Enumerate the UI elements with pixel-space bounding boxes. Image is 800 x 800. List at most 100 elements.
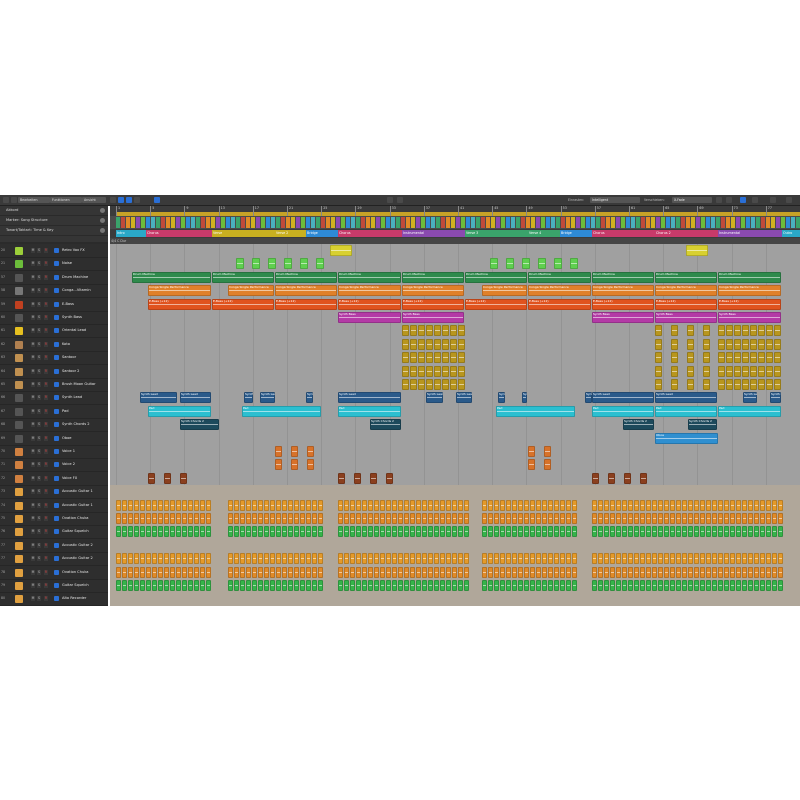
region[interactable] [634,553,639,565]
region[interactable] [194,499,199,511]
chord-cell[interactable] [381,217,385,228]
region[interactable] [228,553,233,565]
region[interactable] [682,513,687,524]
region[interactable] [464,566,469,578]
region[interactable] [282,513,287,524]
region[interactable] [246,566,251,578]
region[interactable] [404,499,409,511]
region[interactable] [622,566,627,578]
region[interactable] [554,580,559,591]
region[interactable] [658,499,663,511]
marker-region[interactable]: Verse 2 [275,230,306,237]
region[interactable] [316,258,324,270]
record-button[interactable]: R [44,328,48,334]
region[interactable] [234,553,239,565]
region[interactable] [634,526,639,538]
chord-cell[interactable] [176,217,180,228]
region[interactable] [664,553,669,565]
region[interactable] [560,553,565,565]
region[interactable] [164,499,169,511]
chord-cell[interactable] [456,217,460,228]
chord-cell[interactable] [281,217,285,228]
region[interactable] [494,566,499,578]
region[interactable] [338,553,343,565]
region[interactable] [712,566,717,578]
chord-cell[interactable] [771,217,775,228]
region[interactable] [718,580,723,591]
solo-button[interactable]: S [37,301,41,307]
region[interactable]: Synth Lead [522,392,527,404]
region[interactable] [312,580,317,591]
region[interactable] [758,365,765,377]
region[interactable] [530,553,535,565]
marker-region[interactable]: Outro [782,230,800,237]
record-button[interactable]: R [44,274,48,280]
region[interactable] [307,459,314,471]
mute-button[interactable]: M [31,248,35,253]
region[interactable] [694,499,699,511]
region[interactable] [188,566,193,578]
region[interactable] [176,553,181,565]
region[interactable] [524,499,529,511]
region[interactable]: E-Bass (+12) [465,298,527,310]
region[interactable] [410,499,415,511]
region[interactable] [676,580,681,591]
region[interactable] [410,526,415,538]
region[interactable] [682,566,687,578]
region[interactable] [374,553,379,565]
mute-button[interactable]: M [31,328,35,334]
region[interactable]: Pad [592,405,654,417]
region[interactable] [658,566,663,578]
region[interactable]: Conga Single Performance [528,285,591,297]
region[interactable] [724,553,729,565]
record-button[interactable]: R [44,462,48,468]
region[interactable]: Synth Lead [592,392,654,404]
mute-button[interactable]: M [31,462,35,468]
region[interactable] [687,338,694,350]
region[interactable] [442,338,449,350]
chord-cell[interactable] [391,217,395,228]
region[interactable] [512,566,517,578]
region[interactable] [670,526,675,538]
region[interactable] [116,513,121,524]
track-header[interactable]: 76 M S R Guitar Squelch [0,525,108,540]
track-header[interactable]: 77 M S R Acoustic Guitar 2 [0,539,108,553]
region[interactable] [670,553,675,565]
region[interactable] [146,566,151,578]
region[interactable] [560,526,565,538]
region[interactable] [598,580,603,591]
region[interactable] [338,499,343,511]
chord-cell[interactable] [781,217,785,228]
chord-cell[interactable] [251,217,255,228]
region[interactable] [676,526,681,538]
region[interactable] [604,513,609,524]
region[interactable] [544,459,551,471]
chord-cell[interactable] [736,217,740,228]
region[interactable] [270,513,275,524]
region[interactable] [688,526,693,538]
region[interactable] [288,526,293,538]
region[interactable] [288,513,293,524]
region[interactable] [640,472,647,484]
region[interactable] [276,553,281,565]
automation-icon[interactable] [54,408,59,414]
chord-cell[interactable] [581,217,585,228]
region[interactable] [616,526,621,538]
region[interactable] [458,352,465,364]
chord-cell[interactable] [626,217,630,228]
chord-cell[interactable] [481,217,485,228]
region[interactable] [778,526,783,538]
region[interactable] [410,553,415,565]
mute-button[interactable]: M [31,355,35,361]
chord-cell[interactable] [666,217,670,228]
chord-cell[interactable] [566,217,570,228]
region[interactable] [182,513,187,524]
region[interactable] [652,580,657,591]
automation-icon[interactable] [54,475,59,481]
region[interactable] [742,566,747,578]
region[interactable] [258,553,263,565]
region[interactable] [152,553,157,565]
region[interactable]: E-Bass (+12) [275,298,337,310]
region[interactable] [246,580,251,591]
region[interactable] [524,553,529,565]
